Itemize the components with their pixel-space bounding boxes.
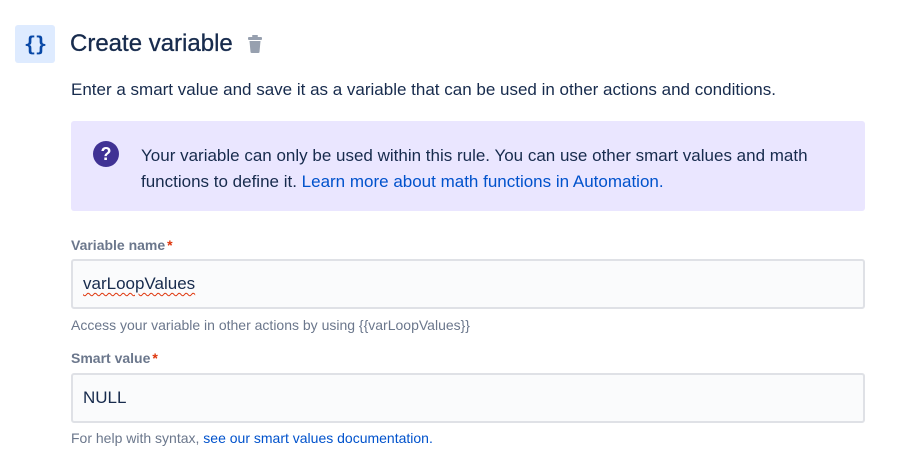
required-mark: *: [167, 237, 173, 253]
smart-value-helper-text: For help with syntax,: [71, 430, 204, 446]
page-title: Create variable: [70, 30, 233, 57]
trash-icon[interactable]: [247, 35, 263, 53]
smart-value-value: NULL: [83, 388, 127, 407]
smart-value-label-text: Smart value: [71, 350, 151, 366]
info-text: Your variable can only be used within th…: [141, 143, 841, 195]
smart-value-input[interactable]: NULL: [71, 373, 865, 423]
math-functions-link[interactable]: Learn more about math functions in Autom…: [302, 172, 664, 191]
curly-braces-icon: {}: [15, 25, 55, 63]
header: {} Create variable: [15, 24, 263, 64]
page-description: Enter a smart value and save it as a var…: [71, 80, 776, 99]
variable-name-value: varLoopValues: [83, 274, 196, 293]
variable-name-helper: Access your variable in other actions by…: [71, 317, 470, 333]
variable-name-input[interactable]: varLoopValues: [71, 259, 865, 309]
required-mark: *: [152, 350, 158, 366]
info-panel: ? Your variable can only be used within …: [71, 121, 865, 211]
smart-value-label: Smart value *: [71, 350, 158, 366]
question-circle-icon: ?: [93, 141, 119, 167]
variable-name-label-text: Variable name: [71, 237, 166, 253]
variable-name-label: Variable name *: [71, 237, 173, 253]
smart-value-helper: For help with syntax, see our smart valu…: [71, 430, 433, 446]
smart-values-docs-link[interactable]: see our smart values documentation.: [203, 430, 433, 446]
